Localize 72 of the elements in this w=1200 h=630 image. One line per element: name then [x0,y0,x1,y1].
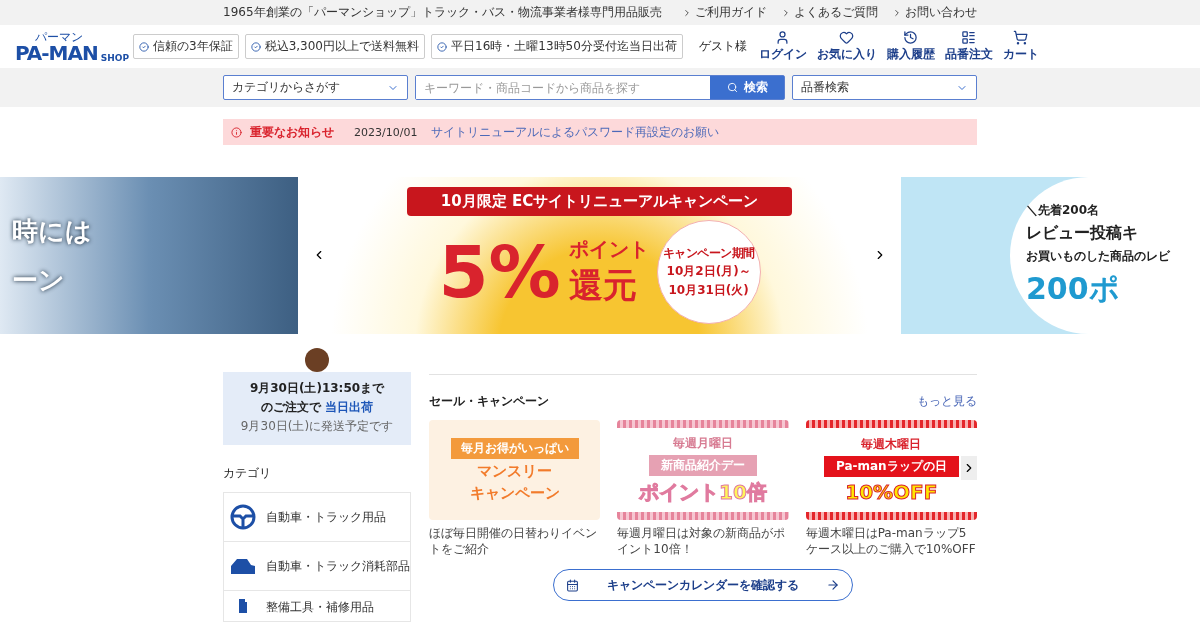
banner-text: 時には [12,214,93,248]
banner-text: お買いものした商品のレビ [1026,247,1171,265]
header-nav-button[interactable]: 品番注文 [942,30,995,63]
top-link[interactable]: よくあるご質問 [781,4,878,21]
art-text: 新商品紹介デー [649,454,757,476]
art-text: マンスリー [477,461,553,481]
art-text: ポイント10倍 [639,478,767,506]
card-caption: 毎週月曜日は対象の新商品がポイント10倍！ [617,526,787,558]
section-title: セール・キャンペーン [429,393,549,410]
user-greeting: ゲスト様 [698,38,747,55]
category-item[interactable]: 自動車・トラック消耗部品 [224,542,410,591]
next-button[interactable] [961,456,977,480]
art-text: Pa-manラップの日 [823,456,959,477]
header-nav-button[interactable]: 購入履歴 [884,30,937,63]
search-field[interactable]: キーワード・商品コードから商品を探す 検索 [415,75,785,100]
banner-ribbon: 10月限定 ECサイトリニューアルキャンペーン [406,187,793,216]
period-date: 10月2日(月)～ [666,262,751,280]
avatar [305,348,329,372]
banner-text: 200ポ [1026,269,1121,308]
calendar-button[interactable]: キャンペーンカレンダーを確認する [553,569,853,602]
campaign-card-art[interactable]: 毎週木曜日 Pa-manラップの日 10%OFF [805,420,977,520]
banner-text: ーン [12,263,66,297]
category-heading: カテゴリ [223,465,272,482]
user-icon [775,30,791,45]
category-item[interactable]: 自動車・トラック用品 [224,493,410,542]
shipping-deadline: 9月30日(土)13:50まで [249,380,385,397]
info-icon [231,126,242,138]
search-icon [726,82,738,93]
category-select[interactable]: カテゴリからさがす [223,75,408,100]
part-number-select[interactable]: 品番検索 [792,75,977,100]
period-date: 10月31日(火) [668,281,749,299]
art-text: 10%OFF [845,480,938,504]
chevron-right-icon [892,7,902,18]
header-nav-button[interactable]: ログイン [756,30,809,63]
feature-badge: 税込3,300円以上で送料無料 [244,34,425,59]
steering-wheel-icon [230,504,256,530]
banner-slide[interactable]: ＼先着200名 レビュー投稿キ お買いものした商品のレビ 200ポ [901,177,1200,334]
chevron-right-icon [682,7,692,18]
feature-badge: 信頼の3年保証 [133,34,239,59]
tagline: 1965年創業の「パーマンショップ」トラック・バス・物流事業者様専門用品販売 [223,4,662,21]
notice-label: 重要なお知らせ [250,123,334,141]
top-link[interactable]: ご利用ガイド [682,4,767,21]
banner-text: レビュー投稿キ [1026,222,1139,244]
notice-date: 2023/10/01 [354,125,418,139]
art-text: 毎週木曜日 [861,436,922,453]
header-nav-button[interactable]: カート [1000,30,1041,63]
more-link[interactable]: もっと見る [917,393,977,410]
banner-text: ＼先着200名 [1026,201,1101,219]
history-icon [903,30,919,45]
search-button[interactable]: 検索 [710,76,784,99]
logo[interactable]: パーマン PA-MAN SHOP [15,30,127,63]
header-nav-button[interactable]: お気に入り [814,30,879,63]
feature-badge: 平日16時・土曜13時50分受付迄当日出荷 [431,34,683,59]
card-caption: 毎週木曜日はPa-manラップ5ケース以上のご購入で10%OFF [805,526,977,558]
banner-text: ポイント [568,235,649,263]
list-icon [961,30,977,45]
heart-icon [839,30,855,45]
period-label: キャンペーン期間 [662,245,755,261]
shipping-note: 9月30日(土)に発送予定です [240,418,394,435]
category-item[interactable]: 整備工具・補修用品 [224,591,410,621]
calendar-icon [566,578,579,592]
banner-percent: 5% [438,236,561,308]
chevron-right-icon [781,7,791,18]
card-caption: ほぼ毎日開催の日替わりイベントをご紹介 [429,526,598,558]
banner-text: 還元 [568,263,638,307]
shipping-text: のご注文で 当日出荷 [260,399,374,416]
art-text: キャンペーン [469,483,560,503]
cart-icon [1013,30,1029,45]
art-text: 毎週月曜日 [673,434,733,452]
art-text: 毎月お得がいっぱい [450,437,579,459]
notice-link[interactable]: サイトリニューアルによるパスワード再設定のお願い [431,123,720,141]
top-link[interactable]: お問い合わせ [892,4,977,21]
